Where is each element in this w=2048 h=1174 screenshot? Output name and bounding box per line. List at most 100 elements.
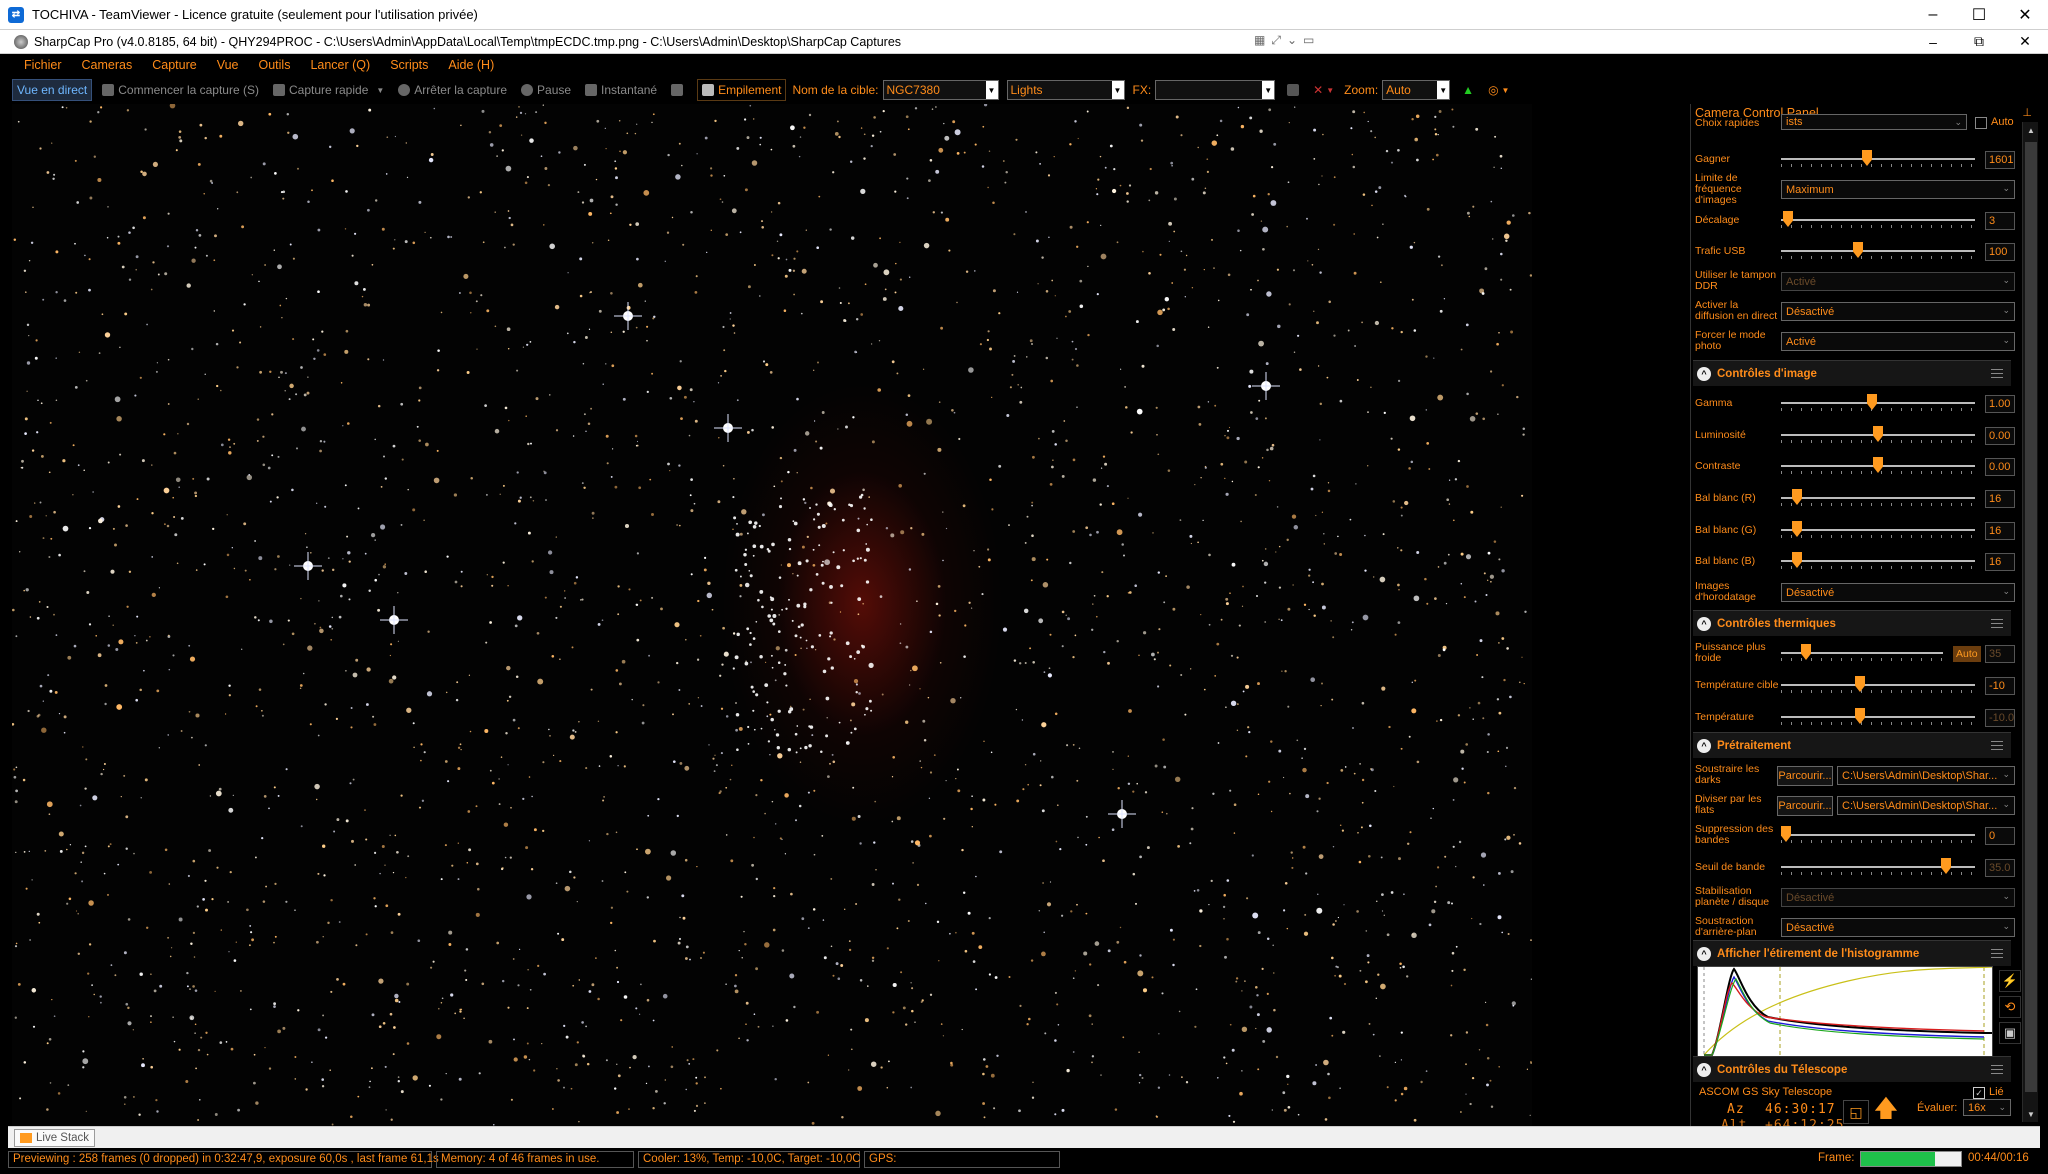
banding-value[interactable]: 0 <box>1985 827 2015 845</box>
telescope-header[interactable]: ^ Contrôles du Télescope <box>1693 1056 2011 1082</box>
pin-icon[interactable]: ⊥ <box>2022 106 2032 119</box>
gain-slider[interactable] <box>1781 150 1975 167</box>
sc-restore-button[interactable]: ⧉ <box>1956 30 2002 53</box>
wb-blue-value[interactable]: 16 <box>1985 553 2015 571</box>
wb-blue-slider[interactable] <box>1781 552 1975 569</box>
histogram-display-button[interactable]: ▲ <box>1458 79 1478 101</box>
scrollbar-thumb[interactable] <box>2025 142 2037 1092</box>
histogram-toggle-button[interactable] <box>1283 79 1307 101</box>
banding-slider[interactable] <box>1781 826 1975 843</box>
cooler-auto-button[interactable]: Auto <box>1953 646 1981 662</box>
darks-path-select[interactable]: C:\Users\Admin\Desktop\Shar... ⌄ <box>1837 766 2015 785</box>
histogram-plot[interactable] <box>1697 966 1993 1062</box>
pause-button[interactable]: Pause <box>517 79 575 101</box>
menu-outils[interactable]: Outils <box>259 58 291 72</box>
cooler-power-slider[interactable] <box>1781 644 1943 661</box>
flats-browse-button[interactable]: Parcourir... <box>1777 796 1833 816</box>
section-menu-icon[interactable] <box>1991 619 2003 628</box>
histogram-header[interactable]: ^ Afficher l'étirement de l'histogramme <box>1693 940 2011 966</box>
brightness-value[interactable]: 0.00 <box>1985 427 2015 445</box>
frame-type-select[interactable]: Lights ▼ <box>1006 80 1125 100</box>
flats-path-select[interactable]: C:\Users\Admin\Desktop\Shar... ⌄ <box>1837 796 2015 815</box>
scroll-up-icon[interactable]: ▲ <box>2023 122 2039 138</box>
histogram-save-icon[interactable]: ▣ <box>1999 1022 2021 1044</box>
compare-button[interactable] <box>667 79 691 101</box>
zoom-arrow-icon[interactable]: ▼ <box>1437 81 1450 99</box>
menu-lancer[interactable]: Lancer (Q) <box>310 58 370 72</box>
band-threshold-value[interactable]: 35.0 <box>1985 859 2015 877</box>
target-dropdown-arrow-icon[interactable]: ▼ <box>985 81 998 99</box>
contrast-value[interactable]: 0.00 <box>1985 458 2015 476</box>
sc-minimize-button[interactable]: – <box>1910 30 1956 53</box>
menu-scripts[interactable]: Scripts <box>390 58 428 72</box>
snapshot-button[interactable]: Instantané <box>581 79 661 101</box>
telescope-linked-checkbox[interactable]: ✓ <box>1973 1087 1985 1099</box>
offset-slider[interactable] <box>1781 211 1975 228</box>
tv-grid-icon[interactable]: ▦ <box>1254 33 1265 48</box>
preprocessing-header[interactable]: ^ Prétraitement <box>1693 732 2011 758</box>
bg-subtraction-select[interactable]: Désactivé ⌄ <box>1781 918 2015 937</box>
live-image[interactable] <box>12 104 1532 1126</box>
fx-arrow-icon[interactable]: ▼ <box>1262 81 1275 99</box>
live-stream-select[interactable]: Désactivé ⌄ <box>1781 302 2015 321</box>
frame-type-arrow-icon[interactable]: ▼ <box>1111 81 1124 99</box>
histogram-reset-icon[interactable]: ⟲ <box>1999 996 2021 1018</box>
target-temp-value[interactable]: -10 <box>1985 677 2015 695</box>
tv-chevron-down-icon[interactable]: ⌄ <box>1287 33 1297 48</box>
sc-close-button[interactable]: ✕ <box>2002 30 2048 53</box>
usb-traffic-value[interactable]: 100 <box>1985 243 2015 261</box>
wb-green-value[interactable]: 16 <box>1985 522 2015 540</box>
tv-expand-icon[interactable]: ⤢ <box>1271 33 1281 48</box>
telescope-north-arrow-icon[interactable]: 🡅 <box>1873 1095 1899 1124</box>
thermal-controls-header[interactable]: ^ Contrôles thermiques <box>1693 610 2011 636</box>
stabilize-select[interactable]: Désactivé ⌄ <box>1781 888 2015 907</box>
reticle-chevron-icon[interactable]: ▼ <box>1326 86 1334 95</box>
live-view-button[interactable]: Vue en direct <box>12 79 93 101</box>
photo-mode-select[interactable]: Activé ⌄ <box>1781 332 2015 351</box>
tab-live-stack[interactable]: Live Stack <box>14 1129 96 1147</box>
fx-select[interactable]: ▼ <box>1155 80 1276 100</box>
darks-browse-button[interactable]: Parcourir... <box>1777 766 1833 786</box>
wb-red-value[interactable]: 16 <box>1985 490 2015 508</box>
scroll-down-icon[interactable]: ▼ <box>2023 1106 2039 1122</box>
image-controls-header[interactable]: ^ Contrôles d'image <box>1693 360 2011 386</box>
collapse-icon[interactable]: ^ <box>1697 1062 1711 1077</box>
tv-close-button[interactable]: ✕ <box>2002 0 2048 29</box>
focus-assist-button[interactable]: ◎ ▼ <box>1484 79 1513 101</box>
menu-vue[interactable]: Vue <box>217 58 239 72</box>
offset-value[interactable]: 3 <box>1985 212 2015 230</box>
stacking-button[interactable]: Empilement <box>697 79 787 101</box>
ddr-buffer-select[interactable]: Activé ⌄ <box>1781 272 2015 291</box>
reticle-button[interactable]: ✕ ▼ <box>1309 79 1338 101</box>
collapse-icon[interactable]: ^ <box>1697 366 1711 381</box>
menu-fichier[interactable]: Fichier <box>24 58 62 72</box>
telescope-stop-icon[interactable]: ◱ <box>1843 1100 1869 1124</box>
chevron-down-icon[interactable]: ▼ <box>376 86 384 95</box>
gamma-value[interactable]: 1.00 <box>1985 395 2015 413</box>
band-threshold-slider[interactable] <box>1781 858 1975 875</box>
tv-maximize-button[interactable]: ☐ <box>1956 0 2002 29</box>
menu-aide[interactable]: Aide (H) <box>448 58 494 72</box>
stop-capture-button[interactable]: Arrêter la capture <box>394 79 511 101</box>
target-name-input[interactable]: NGC7380 ▼ <box>882 80 999 100</box>
image-viewport[interactable] <box>8 104 1690 1126</box>
menu-cameras[interactable]: Cameras <box>82 58 133 72</box>
brightness-slider[interactable] <box>1781 426 1975 443</box>
contrast-slider[interactable] <box>1781 457 1975 474</box>
section-menu-icon[interactable] <box>1991 741 2003 750</box>
collapse-icon[interactable]: ^ <box>1697 946 1711 961</box>
quick-capture-button[interactable]: Capture rapide ▼ <box>269 79 388 101</box>
zoom-select[interactable]: Auto ▼ <box>1382 80 1451 100</box>
auto-checkbox[interactable] <box>1975 117 1987 129</box>
gain-value[interactable]: 1601 <box>1985 151 2015 169</box>
menu-capture[interactable]: Capture <box>152 58 196 72</box>
tv-minimize-button[interactable]: – <box>1910 0 1956 29</box>
telescope-rate-select[interactable]: 16x ⌄ <box>1963 1099 2011 1116</box>
tv-monitor-icon[interactable]: ▭ <box>1303 33 1314 48</box>
wb-red-slider[interactable] <box>1781 489 1975 506</box>
quick-pick-select[interactable]: ists ⌄ <box>1781 114 1967 130</box>
fps-limit-select[interactable]: Maximum ⌄ <box>1781 180 2015 199</box>
collapse-icon[interactable]: ^ <box>1697 616 1711 631</box>
histogram-auto-stretch-icon[interactable]: ⚡ <box>1999 970 2021 992</box>
teamviewer-mini-toolbar[interactable]: ▦ ⤢ ⌄ ▭ <box>1254 33 1314 48</box>
